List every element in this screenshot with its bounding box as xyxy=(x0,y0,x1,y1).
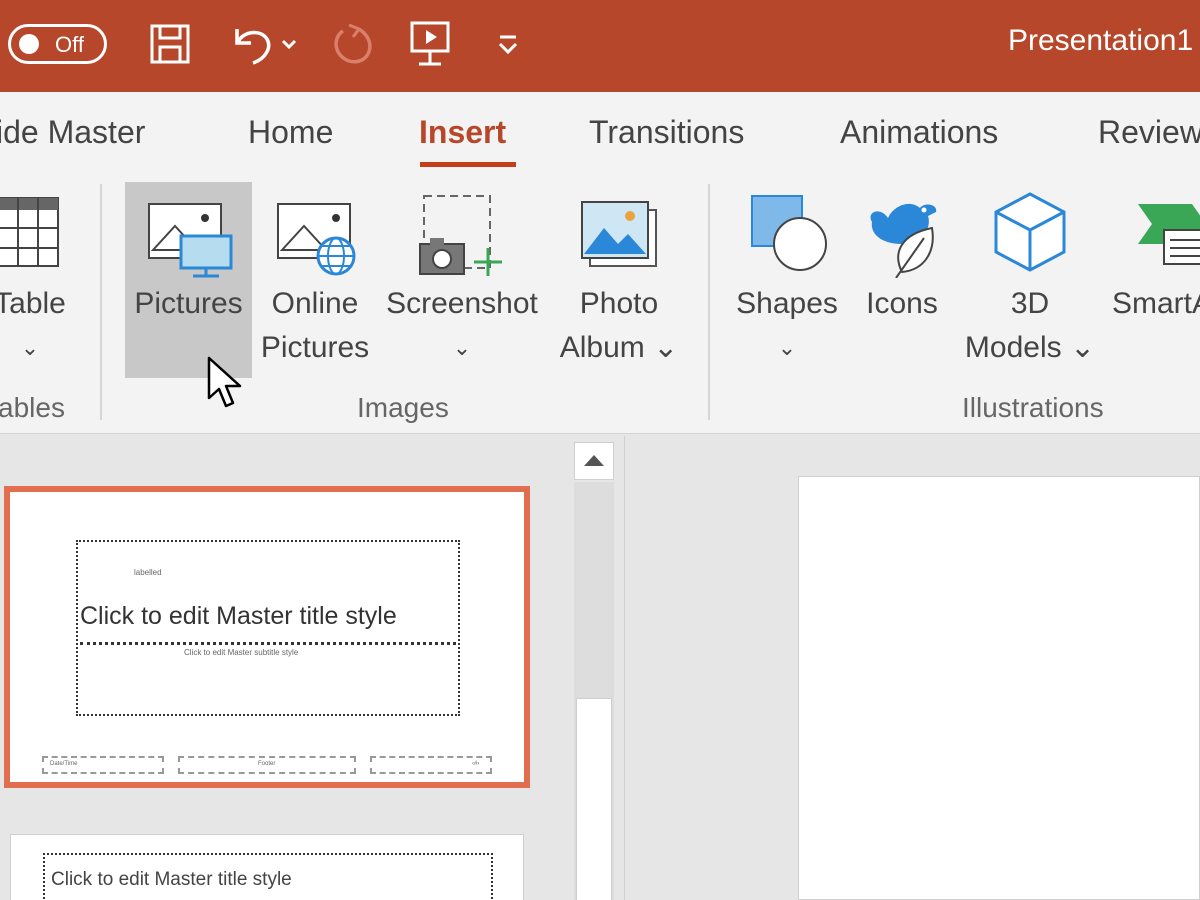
photo-album-label-line2: Album ⌄ xyxy=(559,331,679,364)
tab-insert[interactable]: Insert xyxy=(419,114,506,151)
online-pictures-button[interactable]: Online Pictures xyxy=(256,184,374,384)
screenshot-button[interactable]: Screenshot ⌄ xyxy=(382,184,542,384)
scroll-up-arrow-icon[interactable] xyxy=(574,442,614,480)
slide-editing-canvas[interactable] xyxy=(798,476,1200,900)
group-label-illustrations: Illustrations xyxy=(962,392,1104,423)
table-dropdown-chevron: ⌄ xyxy=(20,335,40,360)
undo-button[interactable] xyxy=(224,18,300,70)
redo-button[interactable] xyxy=(326,18,378,70)
tab-transitions[interactable]: Transitions xyxy=(589,114,744,151)
shapes-icon xyxy=(751,195,827,271)
autosave-label: Off xyxy=(55,32,84,57)
document-title: Presentation1 xyxy=(1008,24,1194,57)
3d-models-label-line2: Models ⌄ xyxy=(964,331,1096,364)
screenshot-dropdown-chevron: ⌄ xyxy=(452,335,472,360)
slide-number-placeholder: ‹#› xyxy=(370,756,492,774)
active-tab-indicator xyxy=(420,162,516,167)
autosave-toggle[interactable]: Off xyxy=(8,24,107,64)
mouse-cursor-icon xyxy=(207,356,242,408)
scroll-thumb[interactable] xyxy=(576,698,612,900)
tab-home[interactable]: Home xyxy=(248,114,333,151)
photo-album-icon xyxy=(581,201,657,267)
photo-album-label-line1: Photo xyxy=(579,287,659,320)
save-button[interactable] xyxy=(144,18,196,70)
shapes-button[interactable]: Shapes ⌄ xyxy=(732,184,842,384)
ribbon-separator xyxy=(100,184,102,420)
smartart-icon xyxy=(1138,204,1200,265)
online-pictures-label-line1: Online xyxy=(271,287,359,320)
footer-placeholder-text: Footer xyxy=(258,761,276,767)
online-pictures-label-line2: Pictures xyxy=(260,331,370,364)
thumbnail-scrollbar[interactable] xyxy=(574,442,614,900)
group-label-tables: ables xyxy=(0,392,65,423)
table-button[interactable]: Table ⌄ xyxy=(0,184,80,384)
date-placeholder-text: Date/Time xyxy=(50,761,78,767)
screenshot-icon xyxy=(419,195,502,276)
date-placeholder: Date/Time xyxy=(42,756,164,774)
slide-thumbnail-master-selected[interactable]: labelled Click to edit Master title styl… xyxy=(4,486,530,788)
pictures-button[interactable]: Pictures xyxy=(125,184,252,378)
photo-album-button[interactable]: Photo Album ⌄ xyxy=(548,184,690,384)
customize-qat-button[interactable] xyxy=(490,18,526,70)
table-icon xyxy=(0,197,59,267)
pictures-label: Pictures xyxy=(134,287,243,320)
shapes-dropdown-chevron: ⌄ xyxy=(777,335,797,360)
pictures-icon xyxy=(148,203,233,278)
shapes-label: Shapes xyxy=(736,287,838,320)
redo-icon xyxy=(334,23,372,64)
slide-thumbnail-layout[interactable]: Click to edit Master title style xyxy=(10,834,524,900)
screenshot-label: Screenshot xyxy=(386,287,538,320)
present-icon xyxy=(410,21,450,66)
pane-divider[interactable] xyxy=(624,436,625,900)
start-slideshow-button[interactable] xyxy=(404,18,456,70)
online-pictures-icon xyxy=(277,203,356,276)
save-icon xyxy=(150,24,190,64)
subtitle-divider xyxy=(80,642,456,645)
ribbon-tabs: ide Master Home Insert Transitions Anima… xyxy=(0,92,1200,172)
toggle-knob xyxy=(19,34,39,54)
customize-qat-icon xyxy=(498,35,518,55)
smartart-label: SmartA xyxy=(1112,287,1200,320)
icons-icon xyxy=(870,203,937,278)
table-label: Table xyxy=(0,287,66,320)
group-label-images: Images xyxy=(357,392,449,423)
3d-models-label-line1: 3D xyxy=(1010,287,1050,320)
tab-animations[interactable]: Animations xyxy=(840,114,998,151)
thumbnail-title-text: Click to edit Master title style xyxy=(51,869,292,890)
3d-cube-icon xyxy=(994,192,1066,272)
thumbnail-title-text: Click to edit Master title style xyxy=(80,602,397,630)
thumbnail-tag: labelled xyxy=(134,568,162,577)
slide-number-text: ‹#› xyxy=(472,761,480,767)
title-bar: Off Presentation1 xyxy=(0,0,1200,92)
tab-review[interactable]: Review xyxy=(1098,114,1200,151)
icons-button[interactable]: Icons xyxy=(856,184,948,384)
3d-models-button[interactable]: 3D Models ⌄ xyxy=(960,184,1100,384)
footer-placeholder: Footer xyxy=(178,756,356,774)
tab-slide-master[interactable]: ide Master xyxy=(0,114,145,151)
undo-icon xyxy=(235,29,297,65)
smartart-button[interactable]: SmartA xyxy=(1110,184,1200,384)
ribbon-separator xyxy=(708,184,710,420)
icons-label: Icons xyxy=(866,287,938,320)
thumbnail-subtitle-text: Click to edit Master subtitle style xyxy=(184,648,299,657)
